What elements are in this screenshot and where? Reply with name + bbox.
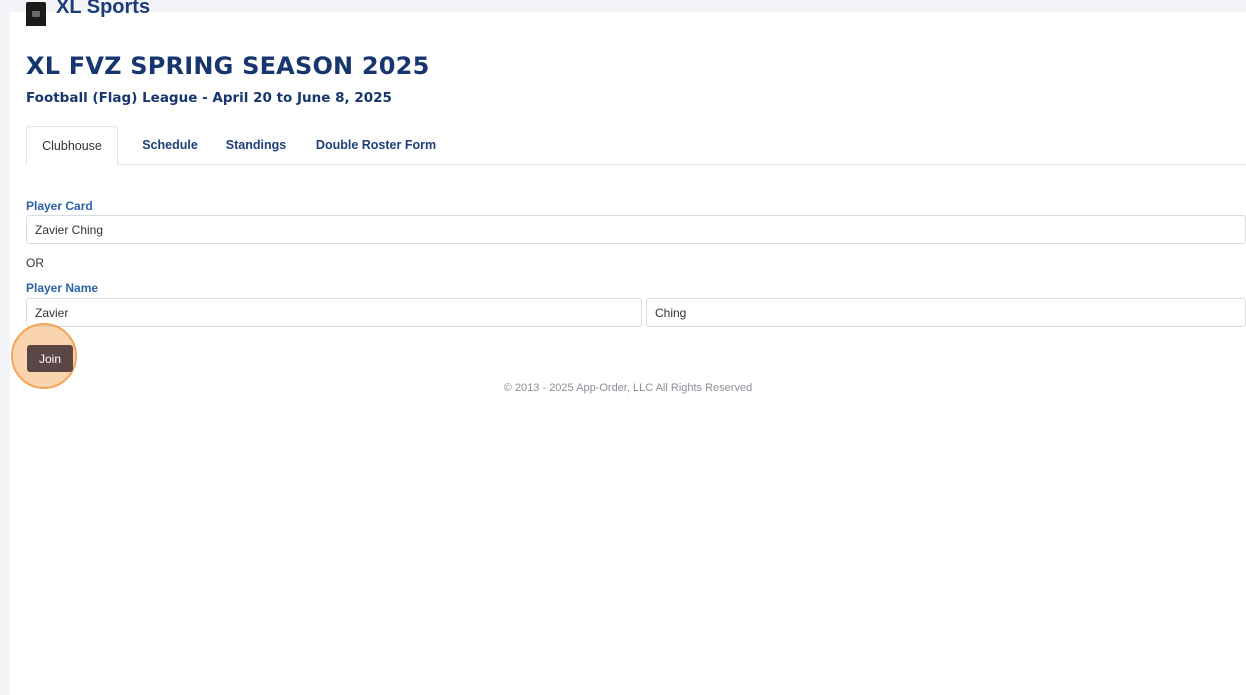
- page-title: XL FVZ SPRING SEASON 2025: [26, 52, 430, 80]
- player-card-input[interactable]: [26, 215, 1246, 244]
- tab-standings[interactable]: Standings: [216, 126, 296, 164]
- brand-name: XL Sports: [56, 0, 151, 18]
- tab-double-roster-form[interactable]: Double Roster Form: [306, 126, 446, 164]
- player-card-label: Player Card: [26, 199, 93, 213]
- tab-schedule[interactable]: Schedule: [130, 126, 210, 164]
- league-subtitle: Football (Flag) League - April 20 to Jun…: [26, 90, 392, 106]
- tab-bar: Clubhouse Schedule Standings Double Rost…: [26, 126, 1246, 165]
- tab-clubhouse[interactable]: Clubhouse: [26, 126, 118, 165]
- join-button[interactable]: Join: [27, 345, 73, 372]
- copyright-footer: © 2013 - 2025 App-Order, LLC All Rights …: [503, 382, 753, 394]
- or-divider-text: OR: [26, 256, 44, 270]
- brand-bar[interactable]: XL Sports: [26, 0, 150, 26]
- last-name-input[interactable]: [646, 298, 1246, 327]
- team-logo-icon: [26, 2, 46, 26]
- page-container: XL Sports XL FVZ SPRING SEASON 2025 Foot…: [10, 0, 1246, 695]
- first-name-input[interactable]: [26, 298, 642, 327]
- player-name-label: Player Name: [26, 281, 99, 295]
